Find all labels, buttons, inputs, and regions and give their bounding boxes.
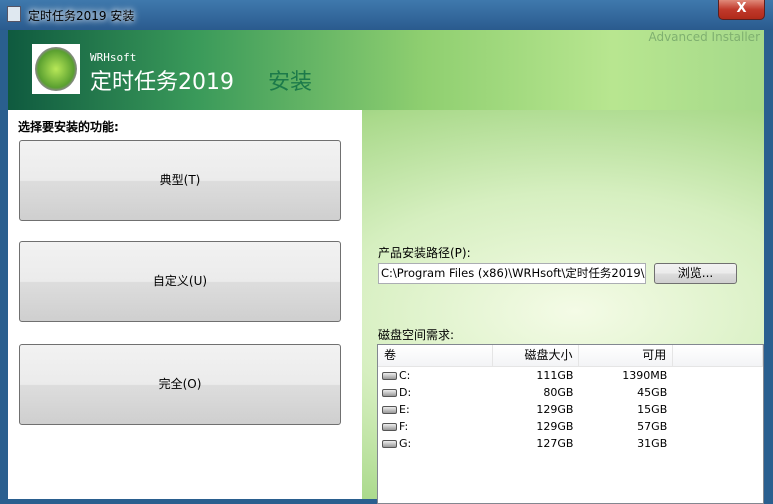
size-cell: 129GB [536,420,574,433]
features-heading: 选择要安装的功能: [18,120,119,134]
close-button[interactable]: X [718,0,765,20]
typical-button[interactable]: 典型(T) [19,140,341,221]
table-row[interactable]: C: 111GB 1390MB [378,367,763,384]
browse-button[interactable]: 浏览... [654,263,737,284]
drive-icon [382,439,397,448]
volume-label: E: [399,403,410,416]
table-row[interactable]: F: 129GB 57GB [378,418,763,435]
table-row[interactable]: G: 127GB 31GB [378,435,763,452]
size-cell: 80GB [543,386,574,399]
volume-label: F: [399,420,409,433]
installer-icon [7,6,21,22]
volume-cell: D: [378,384,493,401]
disk-space-list[interactable]: 卷 磁盘大小 可用 C: 111GB 1390MB D: 80GB 45GB E: 129GB… [377,344,764,504]
free-cell: 1390MB [622,369,668,382]
disk-space-label: 磁盘空间需求: [378,328,455,342]
free-cell: 31GB [637,437,668,450]
volume-cell: C: [378,367,493,384]
complete-button[interactable]: 完全(O) [19,344,341,425]
action-title: 安装 [268,70,313,95]
volume-label: D: [399,386,412,399]
required-cell [673,418,763,435]
product-logo [32,44,80,94]
free-cell: 45GB [637,386,668,399]
column-volume[interactable]: 卷 [378,345,493,366]
title-bar: 定时任务2019 安装 X [0,0,773,30]
column-required[interactable] [673,345,763,366]
size-cell: 127GB [536,437,574,450]
column-size[interactable]: 磁盘大小 [493,345,580,366]
install-path-label: 产品安装路径(P): [378,246,471,260]
product-name: 定时任务2019 [90,70,234,95]
window-title: 定时任务2019 安装 [28,9,135,23]
required-cell [673,401,763,418]
volume-cell: G: [378,435,493,452]
install-path-input[interactable]: C:\Program Files (x86)\WRHsoft\定时任务2019\ [378,263,646,284]
list-header: 卷 磁盘大小 可用 [378,345,763,367]
required-cell [673,384,763,401]
drive-icon [382,405,397,414]
drive-icon [382,388,397,397]
feature-panel: 选择要安装的功能: 典型(T) 自定义(U) 完全(O) [8,110,362,499]
size-cell: 129GB [536,403,574,416]
volume-cell: F: [378,418,493,435]
banner: Advanced Installer WRHsoft 定时任务2019 安装 [8,30,764,110]
size-cell: 111GB [536,369,574,382]
required-cell [673,367,763,384]
volume-cell: E: [378,401,493,418]
installer-window: Advanced Installer WRHsoft 定时任务2019 安装 选… [8,30,764,504]
table-row[interactable]: E: 129GB 15GB [378,401,763,418]
free-cell: 15GB [637,403,668,416]
drive-icon [382,422,397,431]
required-cell [673,435,763,452]
custom-button[interactable]: 自定义(U) [19,241,341,322]
volume-label: C: [399,369,411,382]
free-cell: 57GB [637,420,668,433]
vendor-name: WRHsoft [90,51,137,64]
column-free[interactable]: 可用 [579,345,674,366]
brand-text: Advanced Installer [648,30,760,44]
volume-label: G: [399,437,412,450]
drive-icon [382,371,397,380]
table-row[interactable]: D: 80GB 45GB [378,384,763,401]
